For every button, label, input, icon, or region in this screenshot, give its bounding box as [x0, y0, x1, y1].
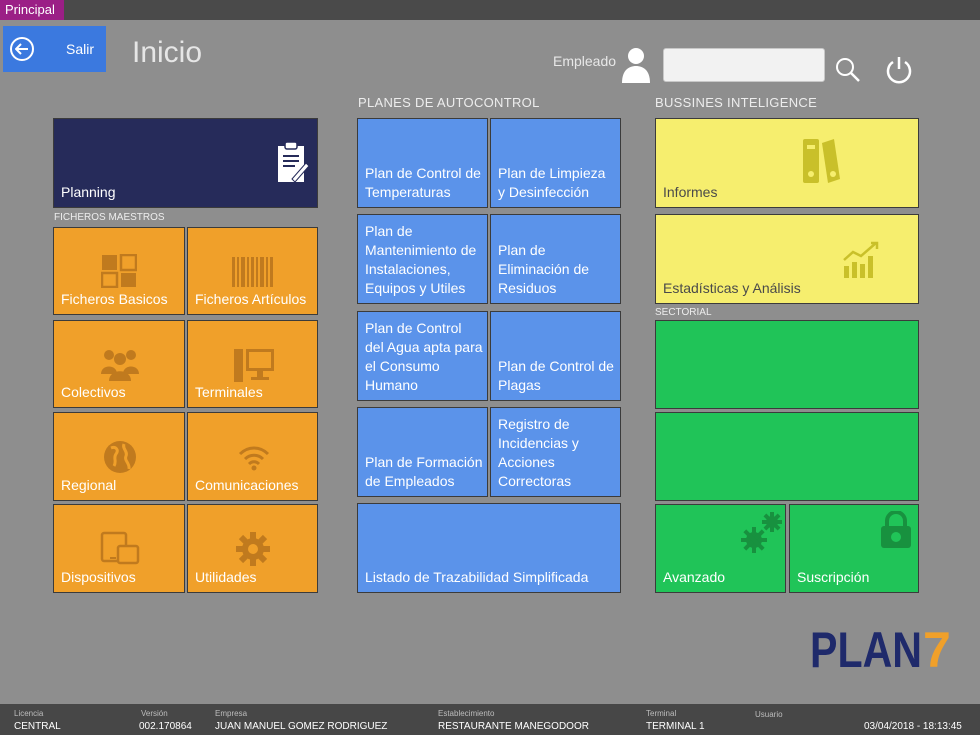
gears-icon: [740, 510, 784, 559]
tile-dispositivos[interactable]: Dispositivos: [53, 504, 185, 593]
tile-listado-trazabilidad-label: Listado de Trazabilidad Simplificada: [365, 569, 589, 585]
section-bi-label: BUSSINES INTELIGENCE: [655, 95, 818, 110]
tile-estadisticas[interactable]: Estadísticas y Análisis: [655, 214, 919, 304]
status-datetime: 03/04/2018 - 18:13:45: [864, 721, 962, 732]
status-version-caption: Versión: [141, 709, 168, 718]
tile-registro-incidencias[interactable]: Registro de Incidencias y Acciones Corre…: [490, 407, 621, 497]
tile-ficheros-basicos[interactable]: Ficheros Basicos: [53, 227, 185, 315]
tile-comunicaciones[interactable]: Comunicaciones: [187, 412, 318, 501]
tile-plan-formacion[interactable]: Plan de Formación de Empleados: [357, 407, 488, 497]
tile-plan-temperaturas[interactable]: Plan de Control de Temperaturas: [357, 118, 488, 208]
section-planes-label: PLANES DE AUTOCONTROL: [358, 95, 540, 110]
section-ficheros-label: FICHEROS MAESTROS: [54, 212, 165, 223]
tile-sectorial-1[interactable]: [655, 320, 919, 409]
tile-estadisticas-label: Estadísticas y Análisis: [663, 280, 801, 296]
tile-plan-mantenimiento-label: Plan de Mantenimiento de Instalaciones, …: [365, 223, 477, 296]
wifi-icon: [238, 445, 270, 476]
tile-plan-plagas[interactable]: Plan de Control de Plagas: [490, 311, 621, 401]
logo-text: PLAN: [810, 622, 922, 672]
tile-plan-mantenimiento[interactable]: Plan de Mantenimiento de Instalaciones, …: [357, 214, 488, 304]
tile-sectorial-2[interactable]: [655, 412, 919, 501]
page-title: Inicio: [132, 36, 203, 69]
logo-digit: 7: [923, 622, 951, 672]
gear-icon: [235, 531, 271, 572]
tile-ficheros-articulos[interactable]: Ficheros Artículos: [187, 227, 318, 315]
tile-regional[interactable]: Regional: [53, 412, 185, 501]
tile-plan-plagas-label: Plan de Control de Plagas: [498, 358, 614, 393]
lock-icon: [878, 510, 914, 554]
status-bar: Licencia CENTRAL Versión 002.170864 Empr…: [0, 704, 980, 735]
tile-utilidades-label: Utilidades: [195, 569, 257, 585]
grid-icon: [100, 253, 138, 293]
plan7-logo: PLAN 7: [810, 620, 960, 678]
tile-plan-agua-label: Plan de Control del Agua apta para el Co…: [365, 320, 483, 393]
tile-regional-label: Regional: [61, 477, 117, 493]
tile-avanzado[interactable]: Avanzado: [655, 504, 786, 593]
tile-informes-label: Informes: [663, 184, 718, 200]
tile-colectivos-label: Colectivos: [61, 384, 126, 400]
barcode-icon: [231, 257, 275, 292]
status-establecimiento-caption: Establecimiento: [438, 709, 495, 718]
status-licencia-caption: Licencia: [14, 709, 44, 718]
tile-suscripcion[interactable]: Suscripción: [789, 504, 919, 593]
tile-plan-formacion-label: Plan de Formación de Empleados: [365, 454, 483, 489]
tile-plan-limpieza[interactable]: Plan de Limpieza y Desinfección: [490, 118, 621, 208]
status-empresa-caption: Empresa: [215, 709, 248, 718]
employee-input[interactable]: [663, 48, 825, 82]
tile-terminales[interactable]: Terminales: [187, 320, 318, 408]
group-icon: [100, 348, 140, 387]
status-licencia: CENTRAL: [14, 721, 61, 732]
tile-dispositivos-label: Dispositivos: [61, 569, 136, 585]
tile-avanzado-label: Avanzado: [663, 569, 726, 585]
tile-utilidades[interactable]: Utilidades: [187, 504, 318, 593]
search-icon[interactable]: [834, 56, 862, 89]
tile-plan-temperaturas-label: Plan de Control de Temperaturas: [365, 165, 481, 200]
status-terminal-caption: Terminal: [646, 709, 677, 718]
tile-planning[interactable]: Planning: [53, 118, 318, 208]
tile-comunicaciones-label: Comunicaciones: [195, 477, 299, 493]
tile-plan-agua[interactable]: Plan de Control del Agua apta para el Co…: [357, 311, 488, 401]
tile-terminales-label: Terminales: [195, 384, 263, 400]
status-terminal: TERMINAL 1: [646, 721, 705, 732]
status-version: 002.170864: [139, 721, 192, 732]
tile-ficheros-articulos-label: Ficheros Artículos: [195, 291, 307, 307]
devices-icon: [100, 531, 140, 570]
section-sectorial-label: SECTORIAL: [655, 307, 712, 318]
user-icon: [621, 46, 651, 89]
computer-icon: [233, 347, 275, 388]
exit-button[interactable]: Salir: [3, 26, 106, 72]
tile-ficheros-basicos-label: Ficheros Basicos: [61, 291, 168, 307]
title-bar: [0, 0, 980, 20]
tab-principal[interactable]: Principal: [0, 0, 64, 20]
tile-registro-incidencias-label: Registro de Incidencias y Acciones Corre…: [498, 416, 579, 489]
power-icon[interactable]: [884, 54, 914, 91]
tile-plan-residuos-label: Plan de Eliminación de Residuos: [498, 242, 590, 296]
status-empresa: JUAN MANUEL GOMEZ RODRIGUEZ: [215, 721, 388, 732]
employee-label: Empleado: [553, 53, 617, 69]
back-arrow-icon: [10, 37, 34, 61]
tile-plan-residuos[interactable]: Plan de Eliminación de Residuos: [490, 214, 621, 304]
tile-planning-label: Planning: [61, 184, 116, 200]
tile-listado-trazabilidad[interactable]: Listado de Trazabilidad Simplificada: [357, 503, 621, 593]
tile-informes[interactable]: Informes: [655, 118, 919, 208]
exit-button-label: Salir: [66, 41, 95, 57]
tile-plan-limpieza-label: Plan de Limpieza y Desinfección: [498, 165, 606, 200]
tile-colectivos[interactable]: Colectivos: [53, 320, 185, 408]
status-usuario-caption: Usuario: [755, 710, 783, 719]
globe-icon: [103, 440, 137, 479]
tile-suscripcion-label: Suscripción: [797, 569, 870, 585]
status-establecimiento: RESTAURANTE MANEGODOOR: [438, 721, 589, 732]
